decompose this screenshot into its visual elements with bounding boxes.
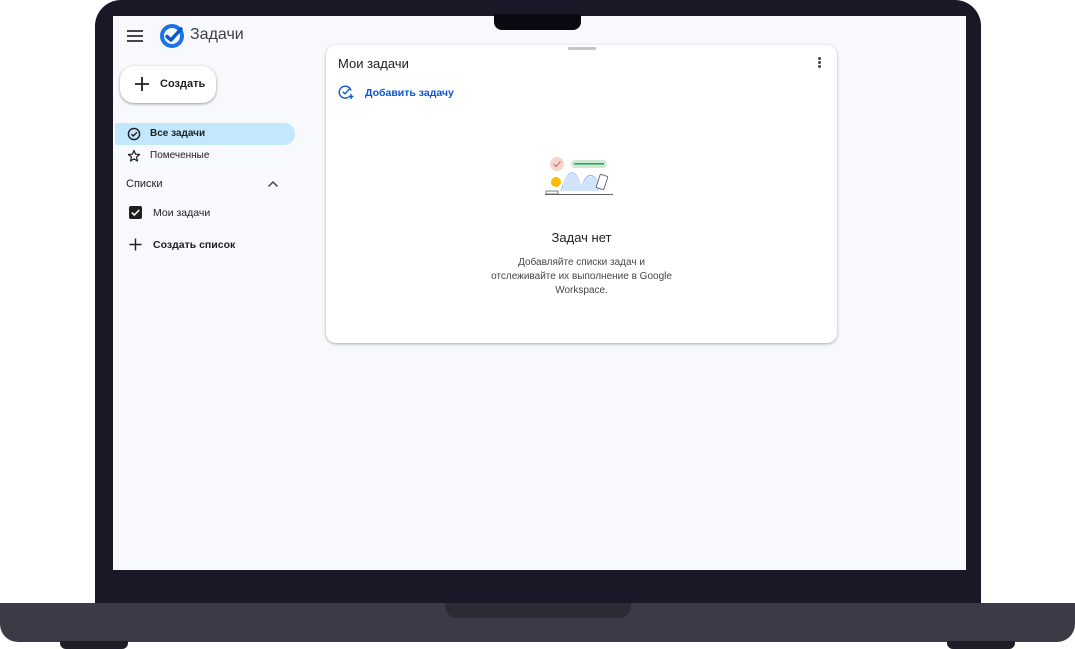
app-title: Задачи (190, 26, 244, 43)
sidebar-item-starred[interactable]: Помеченные (115, 145, 295, 167)
laptop-base-groove (445, 603, 631, 618)
add-task-label: Добавить задачу (365, 87, 454, 99)
task-list-title: Мои задачи (338, 56, 409, 71)
hamburger-menu-icon[interactable] (127, 27, 143, 43)
plus-icon (129, 238, 142, 251)
create-button[interactable]: Создать (120, 66, 216, 103)
drag-handle[interactable] (568, 47, 596, 50)
more-options-icon[interactable] (813, 56, 825, 72)
empty-state-description: Добавляйте списки задач и отслеживайте и… (491, 257, 672, 296)
checkmark-icon (131, 209, 140, 217)
list-item-my-tasks[interactable]: Мои задачи (127, 204, 297, 222)
task-list-card: Мои задачи Добавить задачу Задач нет Доб… (326, 45, 837, 343)
laptop-foot-left (60, 641, 128, 649)
list-item-label: Мои задачи (153, 207, 211, 219)
sidebar-item-label: Все задачи (150, 128, 206, 139)
app-screen: Задачи Создать Все задачи Помеченные Спи… (113, 16, 966, 570)
check-circle-icon (127, 127, 141, 141)
lists-section-header: Списки (126, 178, 163, 190)
sidebar-item-label: Помеченные (150, 150, 210, 161)
create-list-label: Создать список (153, 239, 236, 251)
create-button-label: Создать (160, 78, 206, 90)
chevron-up-icon[interactable] (266, 177, 280, 191)
star-outline-icon (127, 149, 141, 162)
add-task-icon (338, 85, 354, 99)
create-list-button[interactable]: Создать список (127, 236, 297, 254)
sidebar-item-all-tasks[interactable]: Все задачи (115, 123, 295, 145)
empty-state-illustration (545, 157, 613, 195)
empty-state-title: Задач нет (551, 230, 612, 245)
plus-icon (135, 77, 149, 91)
list-checkbox[interactable] (129, 206, 142, 219)
camera-notch (494, 14, 581, 30)
tasks-logo-icon (160, 24, 184, 48)
laptop-foot-right (947, 641, 1015, 649)
